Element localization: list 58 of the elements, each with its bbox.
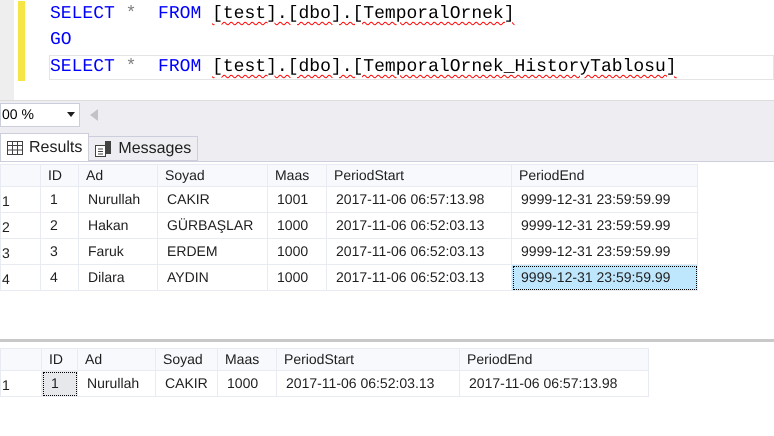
table-cell[interactable]: 1000 bbox=[268, 212, 326, 238]
tab[interactable]: Messages bbox=[88, 136, 198, 161]
column-header[interactable]: PeriodStart bbox=[276, 348, 460, 370]
column-header[interactable]: Maas bbox=[268, 164, 326, 186]
table-cell[interactable]: 9999-12-31 23:59:59.99 bbox=[512, 212, 698, 238]
table-cell[interactable]: Faruk bbox=[78, 238, 158, 264]
column-header[interactable]: Soyad bbox=[156, 348, 218, 370]
column-header[interactable]: PeriodStart bbox=[326, 164, 512, 186]
code-token: [test].[dbo].[TemporalOrnek_HistoryTablosu] bbox=[212, 56, 677, 79]
table-cell[interactable]: Nurullah bbox=[78, 186, 158, 212]
table-cell[interactable]: GÜRBAŞLAR bbox=[158, 212, 268, 238]
scroll-left-icon[interactable] bbox=[90, 108, 98, 120]
table-cell[interactable]: 1 bbox=[40, 186, 78, 212]
table-cell[interactable]: 3 bbox=[40, 238, 78, 264]
table-cell[interactable]: 2017-11-06 06:52:03.13 bbox=[326, 264, 512, 290]
table-cell[interactable]: 2017-11-06 06:57:13.98 bbox=[326, 186, 512, 212]
table-cell[interactable]: AYDIN bbox=[158, 264, 268, 290]
table-cell[interactable]: 4 bbox=[40, 264, 78, 290]
column-header[interactable]: Ad bbox=[78, 348, 156, 370]
row-number[interactable]: 3 bbox=[0, 238, 40, 264]
grid-icon bbox=[7, 140, 23, 154]
column-header[interactable]: PeriodEnd bbox=[512, 164, 698, 186]
row-number[interactable]: 1 bbox=[0, 186, 40, 212]
table-cell[interactable]: 2017-11-06 06:52:03.13 bbox=[276, 370, 460, 396]
table-cell[interactable]: CAKIR bbox=[156, 370, 218, 396]
table-cell[interactable]: 1 bbox=[42, 370, 78, 396]
column-header[interactable]: ID bbox=[40, 164, 78, 186]
tab[interactable]: Results bbox=[0, 133, 90, 161]
table-cell[interactable]: CAKIR bbox=[158, 186, 268, 212]
code-line: SELECT * FROM [test].[dbo].[TemporalOrnek] bbox=[50, 2, 774, 27]
table-cell[interactable]: 2017-11-06 06:52:03.13 bbox=[326, 212, 512, 238]
row-number[interactable]: 1 bbox=[0, 370, 42, 396]
code-token: [test].[dbo].[TemporalOrnek] bbox=[212, 2, 515, 26]
column-header[interactable]: PeriodEnd bbox=[460, 348, 648, 370]
table-cell[interactable]: 9999-12-31 23:59:59.99 bbox=[512, 238, 698, 264]
table-cell[interactable]: Dilara bbox=[78, 264, 158, 290]
table-cell[interactable]: 1001 bbox=[268, 186, 326, 212]
document-icon bbox=[95, 140, 112, 156]
column-header[interactable]: Ad bbox=[78, 164, 158, 186]
column-header[interactable]: Soyad bbox=[158, 164, 268, 186]
table-cell[interactable]: 1000 bbox=[218, 370, 276, 396]
column-header[interactable]: ID bbox=[42, 348, 78, 370]
table-cell[interactable]: 9999-12-31 23:59:59.99 bbox=[512, 186, 698, 212]
code-line: GO bbox=[50, 29, 73, 52]
zoom-dropdown[interactable]: 00 % bbox=[0, 102, 80, 126]
row-number[interactable]: 2 bbox=[0, 212, 40, 238]
table-cell[interactable]: Nurullah bbox=[78, 370, 156, 396]
row-number[interactable]: 4 bbox=[0, 264, 40, 290]
table-cell[interactable]: 2017-11-06 06:57:13.98 bbox=[460, 370, 648, 396]
table-cell[interactable]: Hakan bbox=[78, 212, 158, 238]
table-cell[interactable]: 9999-12-31 23:59:59.99 bbox=[512, 264, 698, 290]
caret-icon bbox=[67, 112, 75, 117]
table-cell[interactable]: 2 bbox=[40, 212, 78, 238]
column-header[interactable]: Maas bbox=[218, 348, 276, 370]
table-cell[interactable]: 1000 bbox=[268, 264, 326, 290]
table-cell[interactable]: 1000 bbox=[268, 238, 326, 264]
table-cell[interactable]: ERDEM bbox=[158, 238, 268, 264]
table-cell[interactable]: 2017-11-06 06:52:03.13 bbox=[326, 238, 512, 264]
